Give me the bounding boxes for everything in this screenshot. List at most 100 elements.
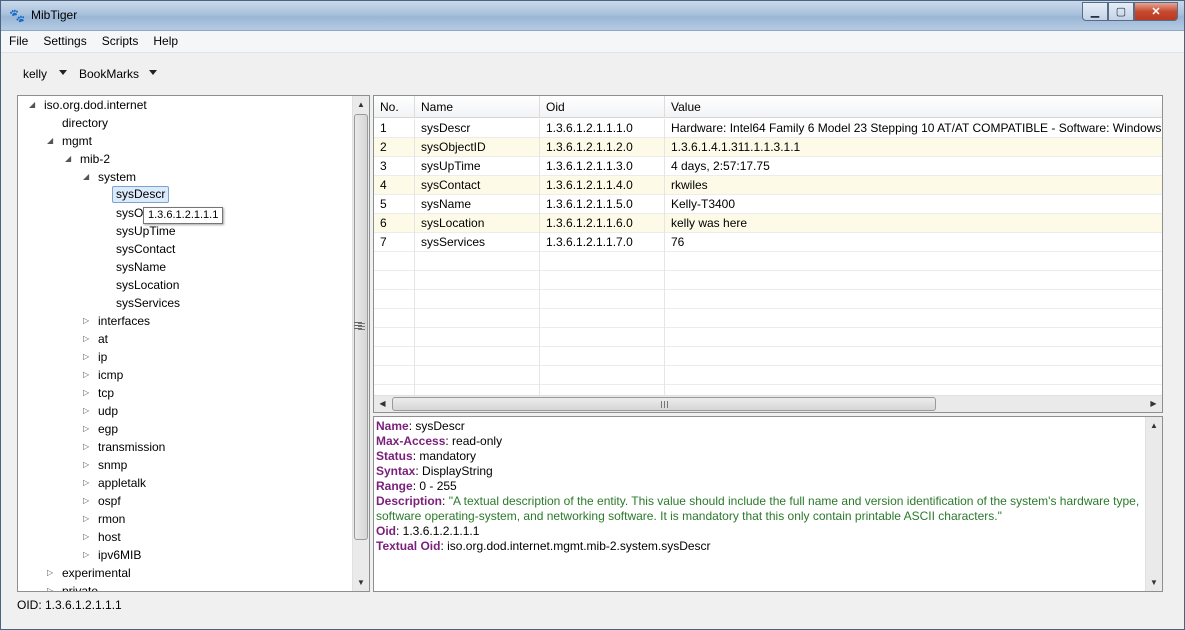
tree-node-label: sysUpTime [116, 224, 176, 238]
tree-node[interactable]: ▷ udp [18, 402, 352, 420]
tree-expanded-icon[interactable]: ◢ [83, 168, 89, 186]
tree-collapsed-icon[interactable]: ▷ [47, 582, 53, 591]
table-row[interactable]: 4 sysContact 1.3.6.1.2.1.1.4.0 rkwiles [374, 176, 1162, 195]
tree-node-label: iso.org.dod.internet [44, 98, 147, 112]
tree-expanded-icon[interactable]: ◢ [47, 132, 53, 150]
column-header-no[interactable]: No. [374, 96, 415, 118]
tree-collapsed-icon[interactable]: ▷ [83, 456, 89, 474]
tree-vertical-scrollbar[interactable]: ▲ ▼ [352, 96, 369, 591]
mib-tree[interactable]: ◢ iso.org.dod.internet directory ◢ mgmt ◢ mib-… [17, 95, 370, 592]
tree-node[interactable]: ▷ interfaces [18, 312, 352, 330]
empty-cell [374, 290, 415, 309]
empty-cell [415, 366, 540, 385]
cell-oid: 1.3.6.1.2.1.1.7.0 [540, 233, 665, 252]
table-row[interactable]: 3 sysUpTime 1.3.6.1.2.1.1.3.0 4 days, 2:57:… [374, 157, 1162, 176]
detail-value: "A textual description of the entity. Th… [448, 494, 1140, 508]
scroll-right-icon[interactable]: ▶ [1145, 396, 1162, 412]
scroll-down-icon[interactable]: ▼ [353, 574, 369, 591]
column-header-value[interactable]: Value [665, 96, 1162, 118]
detail-value: sysDescr [415, 419, 465, 433]
table-row[interactable]: 5 sysName 1.3.6.1.2.1.1.5.0 Kelly-T3400 [374, 195, 1162, 214]
tree-collapsed-icon[interactable]: ▷ [83, 348, 89, 366]
tree-collapsed-icon[interactable]: ▷ [83, 528, 89, 546]
tree-collapsed-icon[interactable]: ▷ [83, 438, 89, 456]
tree-collapsed-icon[interactable]: ▷ [83, 510, 89, 528]
empty-table-row [374, 347, 1162, 366]
tree-node[interactable]: sysServices [18, 294, 352, 312]
tree-collapsed-icon[interactable]: ▷ [47, 564, 53, 582]
tree-node[interactable]: ▷ host [18, 528, 352, 546]
paw-icon: 🐾 [9, 8, 26, 23]
tree-node[interactable]: ▷ private [18, 582, 352, 591]
details-scroll-up-icon[interactable]: ▲ [1146, 417, 1162, 434]
results-table[interactable]: No. Name Oid Value 1 sysDescr 1.3.6.1.2.1.… [373, 95, 1163, 413]
minimize-button[interactable]: ▁ [1082, 2, 1108, 21]
menu-settings[interactable]: Settings [35, 31, 93, 52]
empty-cell [415, 252, 540, 271]
table-row[interactable]: 1 sysDescr 1.3.6.1.2.1.1.1.0 Hardware: Inte… [374, 119, 1162, 138]
tree-expanded-icon[interactable]: ◢ [29, 96, 35, 114]
details-scroll-down-icon[interactable]: ▼ [1146, 574, 1162, 591]
tree-node[interactable]: ◢ system [18, 168, 352, 186]
tree-node[interactable]: ▷ rmon [18, 510, 352, 528]
menu-file[interactable]: File [1, 31, 35, 52]
scroll-left-icon[interactable]: ◀ [374, 396, 391, 412]
tree-node[interactable]: ◢ mgmt [18, 132, 352, 150]
tree-node[interactable]: ▷ icmp [18, 366, 352, 384]
bookmarks-dropdown[interactable]: BookMarks [79, 67, 139, 81]
tree-node-label: icmp [98, 368, 124, 382]
tree-node[interactable]: ▷ ip [18, 348, 352, 366]
tree-node[interactable]: sysContact [18, 240, 352, 258]
panel-splitter[interactable] [354, 322, 362, 332]
tree-expanded-icon[interactable]: ◢ [65, 150, 71, 168]
bookmarks-dropdown-caret-icon[interactable] [149, 70, 157, 75]
tree-node[interactable]: sysName [18, 258, 352, 276]
empty-cell [374, 328, 415, 347]
tree-node[interactable]: sysDescr [18, 186, 352, 204]
tree-collapsed-icon[interactable]: ▷ [83, 420, 89, 438]
tree-collapsed-icon[interactable]: ▷ [83, 312, 89, 330]
tree-node[interactable]: ▷ ipv6MIB [18, 546, 352, 564]
maximize-button[interactable]: ▢ [1108, 2, 1134, 21]
agent-dropdown-caret-icon[interactable] [59, 70, 67, 75]
tree-node[interactable]: ▷ at [18, 330, 352, 348]
column-header-name[interactable]: Name [415, 96, 540, 118]
tree-collapsed-icon[interactable]: ▷ [83, 330, 89, 348]
cell-no: 4 [374, 176, 415, 195]
tree-node[interactable]: ▷ snmp [18, 456, 352, 474]
table-horizontal-scrollbar[interactable]: ◀ ▶ [374, 395, 1162, 412]
close-button[interactable]: ✕ [1134, 2, 1178, 21]
empty-cell [415, 290, 540, 309]
tree-collapsed-icon[interactable]: ▷ [83, 492, 89, 510]
agent-dropdown[interactable]: kelly [23, 67, 47, 81]
tree-node[interactable]: directory [18, 114, 352, 132]
tree-node[interactable]: ▷ transmission [18, 438, 352, 456]
tree-collapsed-icon[interactable]: ▷ [83, 384, 89, 402]
tree-node[interactable]: ◢ iso.org.dod.internet [18, 96, 352, 114]
tree-node[interactable]: ▷ tcp [18, 384, 352, 402]
title-bar[interactable]: 🐾 MibTiger ▁ ▢ ✕ [1, 1, 1184, 31]
menu-scripts[interactable]: Scripts [94, 31, 146, 52]
tree-node[interactable]: ▷ experimental [18, 564, 352, 582]
column-header-oid[interactable]: Oid [540, 96, 665, 118]
table-row[interactable]: 6 sysLocation 1.3.6.1.2.1.1.6.0 kelly was h… [374, 214, 1162, 233]
tree-collapsed-icon[interactable]: ▷ [83, 474, 89, 492]
table-scroll-thumb[interactable] [392, 397, 936, 411]
tree-node[interactable]: ▷ appletalk [18, 474, 352, 492]
tree-node-label: appletalk [98, 476, 147, 490]
tree-node[interactable]: sysLocation [18, 276, 352, 294]
details-vertical-scrollbar[interactable]: ▲ ▼ [1145, 417, 1162, 591]
scroll-up-icon[interactable]: ▲ [353, 96, 369, 113]
table-row[interactable]: 7 sysServices 1.3.6.1.2.1.1.7.0 76 [374, 233, 1162, 252]
cell-value: kelly was here [671, 216, 748, 230]
tree-collapsed-icon[interactable]: ▷ [83, 402, 89, 420]
tree-node[interactable]: ◢ mib-2 [18, 150, 352, 168]
table-row[interactable]: 2 sysObjectID 1.3.6.1.2.1.1.2.0 1.3.6.1.4.1… [374, 138, 1162, 157]
empty-cell [540, 366, 665, 385]
tree-node[interactable]: ▷ ospf [18, 492, 352, 510]
tree-collapsed-icon[interactable]: ▷ [83, 546, 89, 564]
menu-help[interactable]: Help [145, 31, 185, 52]
tree-collapsed-icon[interactable]: ▷ [83, 366, 89, 384]
tree-node[interactable]: ▷ egp [18, 420, 352, 438]
tree-node[interactable]: sysUpTime [18, 222, 352, 240]
